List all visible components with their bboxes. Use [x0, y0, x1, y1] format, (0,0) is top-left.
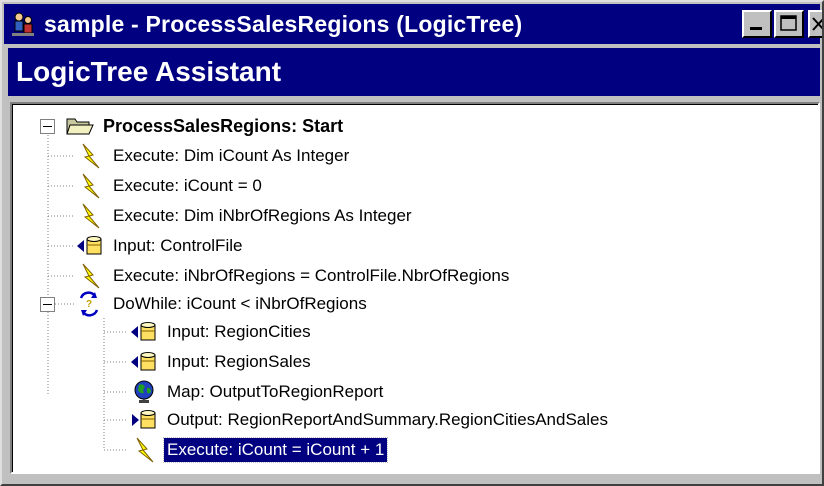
title-bar[interactable]: sample - ProcessSalesRegions (LogicTree) [4, 4, 822, 44]
maximize-icon [780, 15, 797, 31]
tree-node-execute-selected[interactable]: Execute: iCount = iCount + 1 [128, 435, 389, 465]
tree-node-label: ProcessSalesRegions: Start [103, 115, 344, 136]
minimize-icon [750, 27, 762, 30]
tree-node-execute[interactable]: Execute: Dim iCount As Integer [74, 141, 352, 171]
tree-node-label: Input: RegionCities [167, 322, 311, 341]
logictree-window: sample - ProcessSalesRegions (LogicTree)… [0, 0, 824, 486]
tree-node-dowhile[interactable]: ? DoWhile: iCount < iNbrOfRegions [74, 289, 370, 319]
database-input-icon [128, 317, 160, 347]
tree-node-output[interactable]: Output: RegionReportAndSummary.RegionCit… [128, 405, 611, 435]
tree-node-execute[interactable]: Execute: iNbrOfRegions = ControlFile.Nbr… [74, 261, 512, 291]
tree-node-label: DoWhile: iCount < iNbrOfRegions [113, 294, 367, 313]
close-button[interactable] [808, 10, 822, 38]
database-output-icon [128, 405, 160, 435]
close-icon [812, 17, 822, 31]
loop-icon: ? [74, 289, 106, 319]
tree-node-root[interactable]: ProcessSalesRegions: Start [64, 111, 346, 141]
lightning-icon [74, 201, 106, 231]
globe-icon [128, 377, 160, 407]
tree-node-label: Input: RegionSales [167, 352, 311, 371]
lightning-icon [128, 435, 160, 465]
logic-tree-view[interactable]: ProcessSalesRegions: Start Execute: Dim … [10, 102, 820, 474]
window-title: sample - ProcessSalesRegions (LogicTree) [44, 10, 523, 37]
lightning-icon [74, 261, 106, 291]
lightning-icon [74, 171, 106, 201]
maximize-button[interactable] [774, 10, 804, 38]
tree-node-input[interactable]: Input: ControlFile [74, 231, 245, 261]
folder-open-icon [64, 111, 96, 141]
tree-node-input[interactable]: Input: RegionCities [128, 317, 314, 347]
tree-node-label: Execute: iCount = iCount + 1 [162, 437, 389, 463]
tree-node-label: Output: RegionReportAndSummary.RegionCit… [167, 410, 608, 429]
lightning-icon [74, 141, 106, 171]
database-input-icon [128, 347, 160, 377]
tree-node-execute[interactable]: Execute: Dim iNbrOfRegions As Integer [74, 201, 415, 231]
database-input-icon [74, 231, 106, 261]
tree-node-label: Input: ControlFile [113, 236, 243, 255]
tree-node-label: Execute: Dim iNbrOfRegions As Integer [113, 206, 412, 225]
tree-node-label: Execute: iCount = 0 [113, 176, 262, 195]
tree-node-input[interactable]: Input: RegionSales [128, 347, 314, 377]
tree-node-map[interactable]: Map: OutputToRegionReport [128, 377, 386, 407]
people-icon [8, 9, 38, 39]
assistant-header: LogicTree Assistant [8, 48, 820, 96]
tree-node-label: Execute: iNbrOfRegions = ControlFile.Nbr… [113, 266, 510, 285]
tree-node-label: Map: OutputToRegionReport [167, 382, 384, 401]
collapse-dowhile-toggle[interactable] [40, 297, 55, 312]
tree-node-execute[interactable]: Execute: iCount = 0 [74, 171, 265, 201]
svg-text:?: ? [86, 299, 92, 310]
minimize-button[interactable] [742, 10, 772, 38]
collapse-root-toggle[interactable] [40, 119, 55, 134]
tree-node-label: Execute: Dim iCount As Integer [113, 146, 350, 165]
